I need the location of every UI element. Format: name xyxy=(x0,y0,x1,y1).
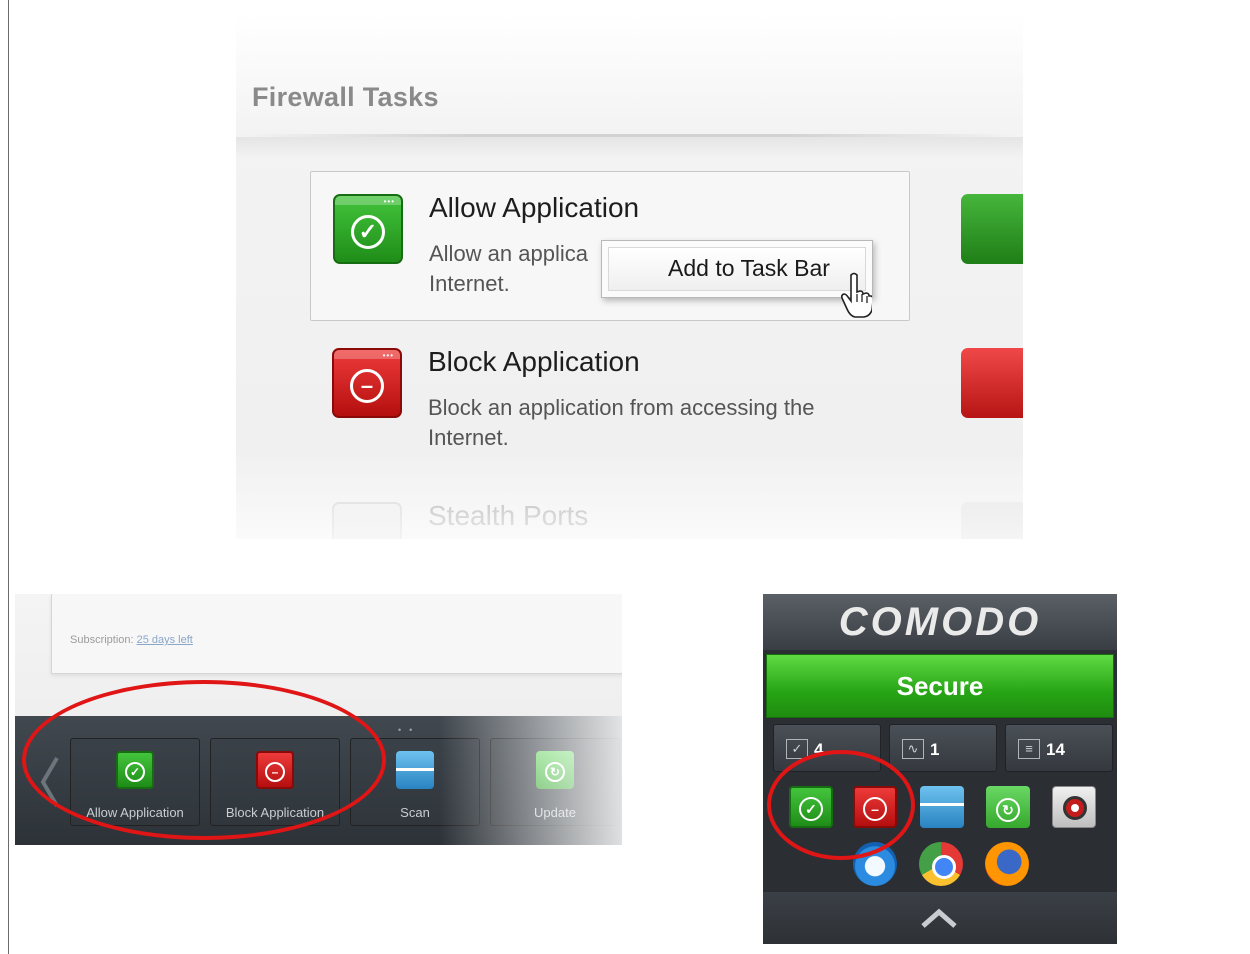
firewall-tasks-title: Firewall Tasks xyxy=(252,82,439,112)
tile-label: Update xyxy=(534,805,576,820)
check-circle-icon: ••• ✓ xyxy=(333,194,403,264)
task-title: Block Application xyxy=(428,346,640,377)
scan-icon[interactable] xyxy=(920,786,964,828)
task-stealth-ports[interactable]: Stealth Ports xyxy=(310,480,910,539)
minus-circle-icon: ••• – xyxy=(332,348,402,418)
counter-logs[interactable]: ≡ 14 xyxy=(1005,724,1113,772)
context-menu-label: Add to Task Bar xyxy=(668,255,830,281)
hand-pointer-icon xyxy=(840,272,872,318)
context-menu: Add to Task Bar xyxy=(601,240,873,298)
highlight-circle xyxy=(22,680,386,840)
page-left-rule xyxy=(8,0,9,954)
wifi-icon[interactable] xyxy=(961,194,1023,264)
counter-value: 14 xyxy=(1046,740,1065,759)
scan-icon xyxy=(396,751,434,789)
security-status-bar[interactable]: Secure xyxy=(766,654,1114,718)
tile-update[interactable]: ↻ Update xyxy=(490,738,620,826)
counter-activity[interactable]: ∿ 1 xyxy=(889,724,997,772)
task-title: Allow Application xyxy=(429,192,640,223)
task-title: Stealth Ports xyxy=(428,500,589,531)
firewall-tasks-panel: Firewall Tasks ••• ✓ Allow Application A… xyxy=(236,14,1023,539)
firefox-icon[interactable] xyxy=(985,842,1029,886)
window-icon xyxy=(332,502,402,539)
target-icon[interactable] xyxy=(1052,786,1096,828)
activity-icon: ∿ xyxy=(902,739,924,759)
highlight-circle xyxy=(767,750,915,860)
collapse-bar[interactable] xyxy=(763,892,1117,944)
counter-value: 1 xyxy=(930,740,940,759)
update-icon[interactable]: ↻ xyxy=(986,786,1030,828)
task-description: Block an application from accessing the … xyxy=(428,395,815,450)
task-block-application[interactable]: ••• – Block Application Block an applica… xyxy=(310,326,910,476)
gear-icon[interactable] xyxy=(961,502,1023,539)
update-icon: ↻ xyxy=(536,751,574,789)
document-icon: ≡ xyxy=(1018,739,1040,759)
subscription-info: Subscription: 25 days left xyxy=(70,634,193,646)
page-indicator[interactable]: •• xyxy=(398,725,420,735)
chevron-up-icon xyxy=(921,908,957,928)
brand-header: COMODO xyxy=(763,594,1117,650)
subscription-link[interactable]: 25 days left xyxy=(137,634,193,646)
brand-logo: COMODO xyxy=(838,600,1042,644)
tile-label: Scan xyxy=(400,805,430,820)
block-icon[interactable] xyxy=(961,348,1023,418)
chrome-icon[interactable] xyxy=(919,842,963,886)
status-text: Secure xyxy=(896,671,984,701)
